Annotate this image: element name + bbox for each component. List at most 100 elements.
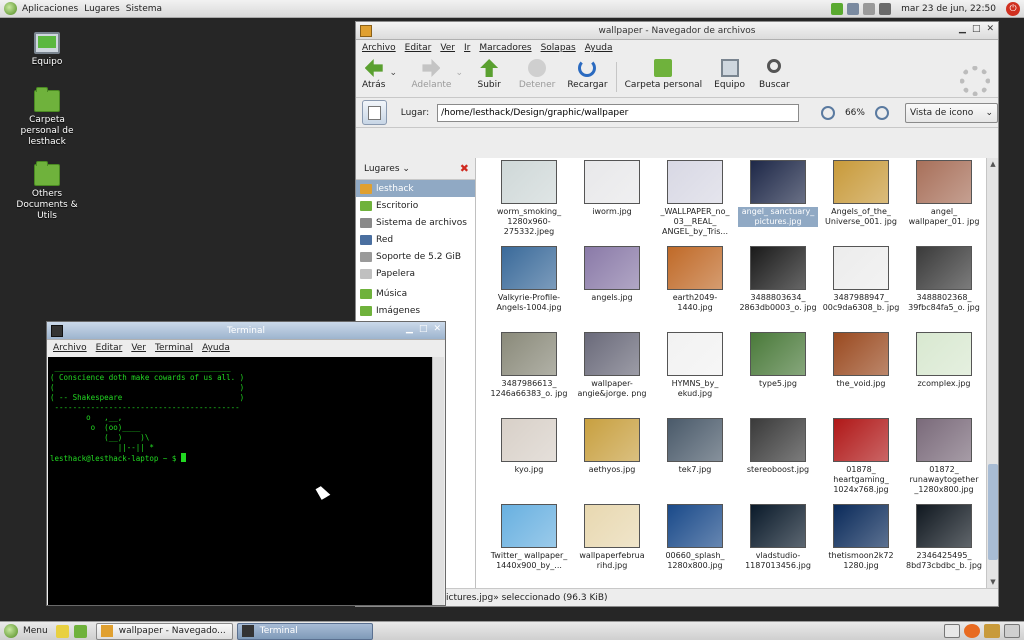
terminal-screen[interactable]: _______________________________________ … (48, 357, 432, 605)
file-item[interactable]: kyo.jpg (488, 418, 570, 502)
clock[interactable]: mar 23 de jun, 22:50 (901, 4, 996, 14)
file-item[interactable]: Angels_of_the_ Universe_001. jpg (820, 160, 902, 244)
sidebar-item[interactable]: Papelera (356, 265, 475, 282)
file-item[interactable]: 3487986613_ 1246a66383_o. jpg (488, 332, 570, 416)
computer-button[interactable]: Equipo (714, 59, 745, 90)
scroll-up-icon[interactable]: ▲ (988, 159, 998, 169)
sidebar-type-select[interactable]: Lugares ⌄ (364, 164, 410, 174)
scrollbar-thumb[interactable] (988, 464, 998, 560)
menu-ayuda[interactable]: Ayuda (585, 43, 613, 53)
file-item[interactable]: 3487988947_ 00c9da6308_b. jpg (820, 246, 902, 330)
scroll-down-icon[interactable]: ▼ (988, 577, 998, 587)
menu-solapas[interactable]: Solapas (541, 43, 576, 53)
wifi-icon[interactable] (831, 3, 844, 15)
minimize-button[interactable]: ▁ (959, 24, 966, 34)
window-list-icon[interactable] (944, 624, 960, 638)
file-item[interactable]: aethyos.jpg (571, 418, 653, 502)
file-item[interactable]: worm_smoking_ 1280x960- 275332.jpeg (488, 160, 570, 244)
volume-icon[interactable] (879, 3, 892, 15)
file-item[interactable]: type5.jpg (737, 332, 819, 416)
file-item[interactable]: 01872_ runawaytogether _1280x800.jpg (903, 418, 985, 502)
file-item[interactable]: earth2049- 1440.jpg (654, 246, 736, 330)
up-button[interactable]: Subir (477, 59, 501, 90)
file-item[interactable]: wallpaper- angie&jorge. png (571, 332, 653, 416)
settings-icon[interactable] (863, 3, 876, 15)
file-item[interactable]: 00660_splash_ 1280x800.jpg (654, 504, 736, 588)
file-item[interactable]: vladstudio- 1187013456.jpg (737, 504, 819, 588)
file-item[interactable]: iworm.jpg (571, 160, 653, 244)
maximize-button[interactable]: □ (419, 324, 428, 334)
menu-ayuda[interactable]: Ayuda (202, 343, 230, 353)
forward-button[interactable]: Adelante (411, 59, 451, 90)
menu-archivo[interactable]: Archivo (53, 343, 87, 353)
file-item[interactable]: thetismoon2k72 1280.jpg (820, 504, 902, 588)
file-item[interactable]: wallpaperfebrua rihd.jpg (571, 504, 653, 588)
forward-history-dropdown[interactable]: ⌄ (455, 68, 467, 78)
sidebar-item[interactable]: Soporte de 5.2 GiB (356, 248, 475, 265)
file-item[interactable]: 3488803634_ 2863db0003_o. jpg (737, 246, 819, 330)
location-input[interactable] (437, 103, 799, 122)
home-button[interactable]: Carpeta personal (625, 59, 702, 90)
search-button[interactable]: Buscar (759, 59, 790, 90)
zoom-out-icon[interactable] (820, 105, 835, 120)
sidebar-item[interactable]: lesthack (356, 180, 475, 197)
desktop-icon-home[interactable]: Carpeta personal de lesthack (11, 87, 83, 148)
menu-ir[interactable]: Ir (464, 43, 470, 53)
file-item[interactable]: Twitter_ wallpaper_ 1440x900_by_... (488, 504, 570, 588)
file-item[interactable]: stereoboost.jpg (737, 418, 819, 502)
menu-terminal[interactable]: Terminal (155, 343, 193, 353)
file-item[interactable]: 2346425495_ 8bd73cbdbc_b. jpg (903, 504, 985, 588)
firefox-icon[interactable] (964, 624, 980, 638)
menu-marcadores[interactable]: Marcadores (479, 43, 531, 53)
network-icon[interactable] (847, 3, 860, 15)
file-item[interactable]: Valkyrie-Profile- Angels-1004.jpg (488, 246, 570, 330)
reload-button[interactable]: Recargar (567, 59, 608, 90)
menu-ver[interactable]: Ver (131, 343, 146, 353)
stop-button[interactable]: Detener (519, 59, 555, 90)
power-icon[interactable]: ⏻ (1006, 2, 1020, 16)
terminal-titlebar[interactable]: Terminal ▁ □ ✕ (47, 322, 445, 340)
maximize-button[interactable]: □ (972, 24, 981, 34)
back-button[interactable]: Atrás (362, 59, 385, 90)
menu-editar[interactable]: Editar (405, 43, 432, 53)
sidebar-item[interactable]: Música (356, 285, 475, 302)
back-history-dropdown[interactable]: ⌄ (389, 68, 401, 78)
desktop-icon-others[interactable]: Others Documents & Utils (11, 161, 83, 222)
sidebar-item[interactable]: Sistema de archivos (356, 214, 475, 231)
sidebar-item[interactable]: Red (356, 231, 475, 248)
applications-menu[interactable]: Aplicaciones (4, 2, 78, 15)
system-menu[interactable]: Sistema (126, 4, 162, 14)
file-item[interactable]: 01878_ heartgaming_ 1024x768.jpg (820, 418, 902, 502)
main-menu-button[interactable]: Menu (0, 624, 48, 638)
file-manager-titlebar[interactable]: wallpaper - Navegador de archivos ▁ □ ✕ (356, 22, 998, 40)
menu-editar[interactable]: Editar (96, 343, 123, 353)
text-editor-launcher-icon[interactable] (55, 624, 69, 638)
task-terminal[interactable]: Terminal (236, 622, 373, 640)
sidebar-item[interactable]: Imágenes (356, 302, 475, 319)
desktop-icon-computer[interactable]: Equipo (11, 32, 83, 68)
menu-archivo[interactable]: Archivo (362, 43, 396, 53)
toggle-location-button[interactable] (362, 100, 387, 125)
file-item[interactable]: HYMNS_by_ ekud.jpg (654, 332, 736, 416)
close-button[interactable]: ✕ (433, 324, 441, 334)
file-item[interactable]: angels.jpg (571, 246, 653, 330)
folder-icon[interactable] (984, 624, 1000, 638)
vertical-scrollbar[interactable]: ▲ ▼ (986, 158, 998, 588)
sidebar-item[interactable]: Escritorio (356, 197, 475, 214)
zoom-in-icon[interactable] (874, 105, 889, 120)
minimize-button[interactable]: ▁ (406, 324, 413, 334)
file-item[interactable]: _WALLPAPER_no_ 03__REAL_ ANGEL_by_Tris..… (654, 160, 736, 244)
file-item[interactable]: the_void.jpg (820, 332, 902, 416)
file-item[interactable]: angel_ wallpaper_01. jpg (903, 160, 985, 244)
file-item[interactable]: 3488802368_ 39fbc84fa5_o. jpg (903, 246, 985, 330)
workspace-icon[interactable] (1004, 624, 1020, 638)
terminal-scrollbar[interactable] (432, 357, 444, 605)
close-sidebar-icon[interactable]: ✖ (460, 162, 469, 175)
file-item[interactable]: zcomplex.jpg (903, 332, 985, 416)
show-desktop-icon[interactable] (73, 624, 87, 638)
menu-ver[interactable]: Ver (440, 43, 455, 53)
task-file-manager[interactable]: wallpaper - Navegado... (95, 622, 233, 640)
view-mode-select[interactable]: Vista de icono ⌄ (904, 102, 998, 123)
file-item[interactable]: angel_ sanctuary_ pictures.jpg (737, 160, 819, 244)
file-item[interactable]: tek7.jpg (654, 418, 736, 502)
